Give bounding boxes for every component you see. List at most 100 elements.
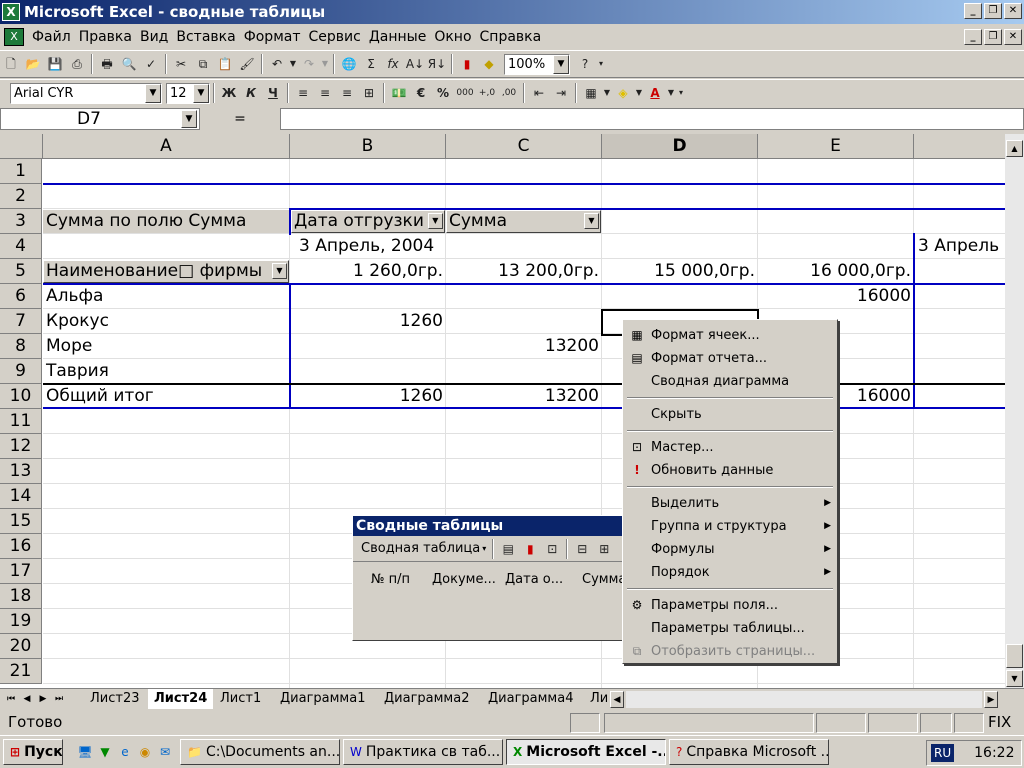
hscroll-right-icon[interactable]: ▶	[984, 691, 998, 708]
row-header-17[interactable]: 17	[0, 559, 42, 584]
date-field-dropdown-icon[interactable]: ▼	[427, 213, 443, 229]
hide-detail-icon[interactable]: ⊟	[571, 538, 593, 560]
row-header-15[interactable]: 15	[0, 509, 42, 534]
align-center-icon[interactable]: ≡	[314, 82, 336, 104]
print-icon[interactable]: 🖶	[96, 53, 118, 75]
function-icon[interactable]: fx	[382, 53, 404, 75]
underline-icon[interactable]: Ч	[262, 82, 284, 104]
context-menu-item-4[interactable]: Скрыть	[625, 403, 835, 426]
zoom-dropdown-icon[interactable]: ▼	[553, 54, 569, 74]
quicklaunch-arrow-icon[interactable]: ▼	[97, 744, 113, 760]
permission-icon[interactable]: ⎙	[66, 53, 88, 75]
row-header-1[interactable]: 1	[0, 159, 42, 184]
menu-insert[interactable]: Вставка	[172, 29, 239, 45]
context-menu-item-7[interactable]: ! Обновить данные	[625, 459, 835, 482]
excel-app-icon[interactable]: X	[2, 3, 20, 21]
row-header-9[interactable]: 9	[0, 359, 42, 384]
pivot-wizard-icon[interactable]: ⊡	[541, 538, 563, 560]
row-header-13[interactable]: 13	[0, 459, 42, 484]
drawing-icon[interactable]: ◆	[478, 53, 500, 75]
autosum-icon[interactable]: Σ	[360, 53, 382, 75]
fill-dropdown-icon[interactable]: ▼	[634, 82, 644, 104]
context-menu-item-14[interactable]: ⚙ Параметры поля...	[625, 594, 835, 617]
pivot-field-4[interactable]: Сумма	[582, 572, 626, 587]
doc-restore-button[interactable]: ❐	[984, 29, 1002, 45]
hyperlink-icon[interactable]: 🌐	[338, 53, 360, 75]
start-button[interactable]: ⊞ Пуск	[3, 739, 63, 765]
sheet-tab-3[interactable]: Лист1	[214, 689, 267, 709]
menu-help[interactable]: Справка	[476, 29, 546, 45]
next-sheet-icon[interactable]: ▶	[36, 691, 50, 708]
context-menu-item-1[interactable]: ▤ Формат отчета...	[625, 347, 835, 370]
bold-icon[interactable]: Ж	[218, 82, 240, 104]
select-all-corner[interactable]	[0, 134, 43, 159]
undo-dropdown-icon[interactable]: ▼	[288, 53, 298, 75]
doc-close-button[interactable]: ✕	[1004, 29, 1022, 45]
comma-style-icon[interactable]: 000	[454, 82, 476, 104]
quicklaunch-outlook-icon[interactable]: ✉	[157, 744, 173, 760]
context-menu[interactable]: ▦ Формат ячеек... ▤ Формат отчета... Сводная…	[622, 319, 838, 664]
sort-descending-icon[interactable]: Я↓	[426, 53, 448, 75]
quicklaunch-desktop-icon[interactable]: 🖥	[77, 744, 93, 760]
column-header-a[interactable]: A	[43, 134, 290, 159]
context-menu-item-16[interactable]: ⧉ Отобразить страницы...	[625, 640, 835, 663]
borders-icon[interactable]: ▦	[580, 82, 602, 104]
sum-field-dropdown-icon[interactable]: ▼	[584, 213, 599, 229]
context-menu-item-0[interactable]: ▦ Формат ячеек...	[625, 324, 835, 347]
menu-data[interactable]: Данные	[365, 29, 431, 45]
row-header-19[interactable]: 19	[0, 609, 42, 634]
context-menu-item-10[interactable]: Группа и структура ▶	[625, 515, 835, 538]
paste-icon[interactable]: 📋	[214, 53, 236, 75]
menu-window[interactable]: Окно	[430, 29, 475, 45]
first-sheet-icon[interactable]: ⏮	[4, 691, 18, 708]
pivot-menu-dropdown-icon[interactable]: ▾	[482, 544, 486, 553]
fill-color-icon[interactable]: ◈	[612, 82, 634, 104]
chart-wizard-icon[interactable]: ▮	[456, 53, 478, 75]
align-left-icon[interactable]: ≡	[292, 82, 314, 104]
close-button[interactable]: ✕	[1004, 3, 1022, 19]
pivot-field-2[interactable]: Докуме...	[432, 572, 496, 587]
quicklaunch-media-icon[interactable]: ◉	[137, 744, 153, 760]
sort-ascending-icon[interactable]: A↓	[404, 53, 426, 75]
open-icon[interactable]: 📂	[22, 53, 44, 75]
save-icon[interactable]: 💾	[44, 53, 66, 75]
task-excel[interactable]: X Microsoft Excel -...	[506, 739, 666, 765]
menu-edit[interactable]: Правка	[75, 29, 136, 45]
row-header-18[interactable]: 18	[0, 584, 42, 609]
help-icon[interactable]: ?	[574, 53, 596, 75]
row-header-10[interactable]: 10	[0, 384, 42, 409]
font-size-dropdown-icon[interactable]: ▼	[193, 83, 209, 103]
italic-icon[interactable]: К	[240, 82, 262, 104]
zoom-select[interactable]: 100% ▼	[504, 53, 570, 75]
row-header-12[interactable]: 12	[0, 434, 42, 459]
context-menu-item-6[interactable]: ⊡ Мастер...	[625, 436, 835, 459]
pivot-chart-icon[interactable]: ▮	[519, 538, 541, 560]
currency-icon[interactable]: 💵	[388, 82, 410, 104]
column-header-f[interactable]	[914, 134, 1005, 159]
font-select[interactable]: Arial CYR ▼	[10, 82, 162, 104]
align-right-icon[interactable]: ≡	[336, 82, 358, 104]
spelling-icon[interactable]: ✓	[140, 53, 162, 75]
row-header-11[interactable]: 11	[0, 409, 42, 434]
context-menu-item-15[interactable]: Параметры таблицы...	[625, 617, 835, 640]
sheet-tab-6[interactable]: Диаграмма4	[482, 689, 579, 709]
increase-indent-icon[interactable]: ⇥	[550, 82, 572, 104]
column-header-d[interactable]: D	[602, 134, 758, 159]
merge-center-icon[interactable]: ⊞	[358, 82, 380, 104]
euro-icon[interactable]: €	[410, 82, 432, 104]
increase-decimal-icon[interactable]: +,0	[476, 82, 498, 104]
column-header-e[interactable]: E	[758, 134, 914, 159]
context-menu-item-11[interactable]: Формулы ▶	[625, 538, 835, 561]
column-header-b[interactable]: B	[290, 134, 446, 159]
hscroll-left-icon[interactable]: ◀	[610, 691, 624, 708]
task-explorer[interactable]: 📁 C:\Documents an...	[180, 739, 340, 765]
pivot-table-menu[interactable]: Сводная таблица	[361, 541, 480, 556]
task-help[interactable]: ? Справка Microsoft ...	[669, 739, 829, 765]
show-detail-icon[interactable]: ⊞	[593, 538, 615, 560]
scroll-up-icon[interactable]: ▲	[1006, 140, 1023, 157]
column-header-c[interactable]: C	[446, 134, 602, 159]
undo-icon[interactable]: ↶	[266, 53, 288, 75]
last-sheet-icon[interactable]: ⏭	[52, 691, 66, 708]
copy-icon[interactable]: ⧉	[192, 53, 214, 75]
sheet-tab-4[interactable]: Диаграмма1	[274, 689, 371, 709]
